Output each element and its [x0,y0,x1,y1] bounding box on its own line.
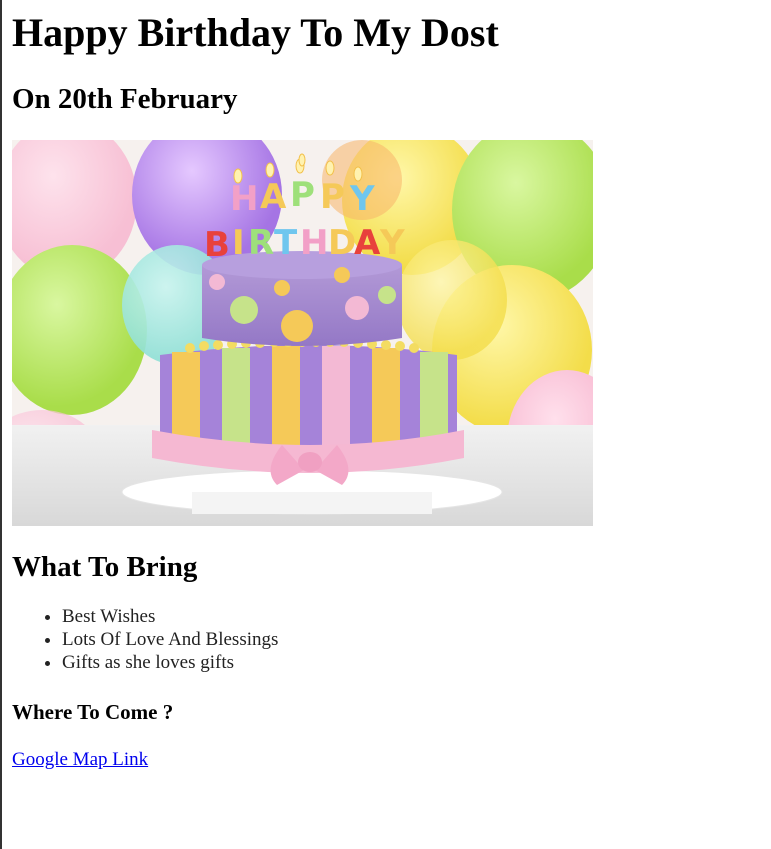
what-to-bring-heading: What To Bring [12,551,198,583]
event-date: On 20th February [12,83,238,115]
svg-text:Y: Y [379,223,405,263]
svg-text:Y: Y [349,179,375,219]
svg-text:B: B [204,225,230,265]
map-paragraph: Google Map Link [12,748,752,772]
svg-text:T: T [274,223,298,263]
svg-text:D: D [328,223,356,263]
svg-text:I: I [232,223,245,263]
list-item: Best Wishes [62,605,752,628]
page-title: Happy Birthday To My Dost [12,10,499,55]
bring-list: Best Wishes Lots Of Love And Blessings G… [12,605,752,674]
birthday-cake-image: H A P P Y B I R T H D A Y [12,140,593,526]
svg-text:P: P [320,177,345,217]
svg-text:P: P [290,175,315,215]
svg-text:H: H [300,223,328,263]
list-item: Gifts as she loves gifts [62,651,752,674]
list-item: Lots Of Love And Blessings [62,628,752,651]
google-map-link[interactable]: Google Map Link [12,749,148,770]
svg-text:A: A [260,177,287,217]
svg-text:H: H [230,179,258,219]
svg-text:R: R [248,223,274,263]
page-left-border [0,0,2,849]
page-content: Happy Birthday To My Dost On 20th Februa… [12,0,752,772]
svg-text:A: A [354,223,381,263]
where-to-come-heading: Where To Come ? [12,700,174,724]
